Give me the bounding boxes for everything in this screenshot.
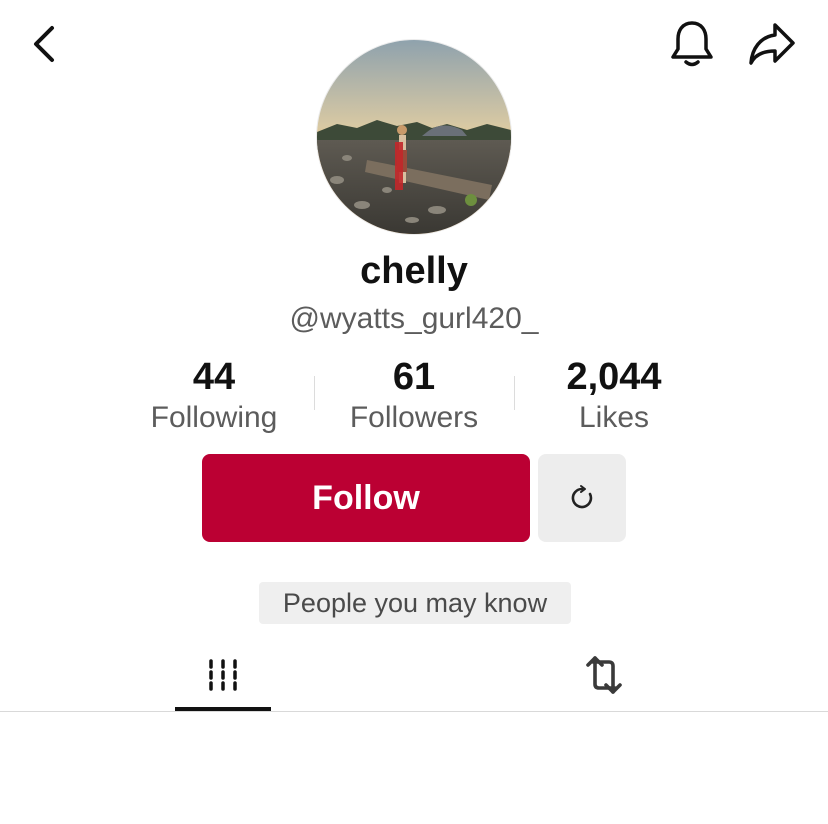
profile-stats: 44 Following 61 Followers 2,044 Likes bbox=[0, 354, 828, 438]
notifications-button[interactable] bbox=[666, 18, 718, 70]
people-you-may-know-chip[interactable]: People you may know bbox=[259, 582, 571, 624]
back-button[interactable] bbox=[24, 22, 64, 66]
display-name: chelly bbox=[360, 250, 468, 292]
follow-button[interactable]: Follow bbox=[202, 454, 530, 542]
profile-tabs bbox=[0, 640, 828, 712]
refresh-circle-icon bbox=[571, 485, 593, 509]
username-handle: @wyatts_gurl420_ bbox=[289, 302, 539, 335]
suggested-accounts-button[interactable] bbox=[538, 454, 626, 542]
profile-avatar[interactable] bbox=[317, 40, 511, 234]
tabs-divider bbox=[0, 711, 828, 712]
share-arrow-icon bbox=[749, 23, 795, 65]
bell-icon bbox=[671, 21, 713, 67]
likes-count: 2,044 bbox=[566, 356, 662, 398]
reposts-icon bbox=[586, 656, 622, 694]
tab-videos[interactable] bbox=[175, 640, 271, 710]
tab-reposts[interactable] bbox=[556, 640, 652, 710]
following-label: Following bbox=[150, 401, 278, 434]
avatar-photo bbox=[317, 40, 511, 234]
videos-grid-icon bbox=[209, 659, 237, 691]
stat-likes[interactable]: 2,044 Likes bbox=[514, 354, 714, 436]
stat-following[interactable]: 44 Following bbox=[114, 354, 314, 436]
stat-followers[interactable]: 61 Followers bbox=[314, 354, 514, 436]
likes-label: Likes bbox=[578, 401, 650, 434]
back-chevron-icon bbox=[34, 26, 54, 62]
followers-label: Followers bbox=[349, 401, 479, 434]
followers-count: 61 bbox=[392, 356, 436, 398]
following-count: 44 bbox=[192, 356, 236, 398]
share-button[interactable] bbox=[744, 18, 800, 70]
